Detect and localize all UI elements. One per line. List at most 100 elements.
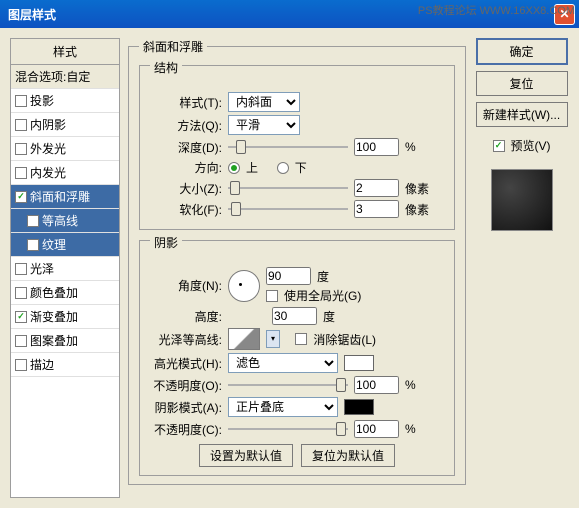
size-slider[interactable] <box>228 179 348 197</box>
dir-up-radio[interactable] <box>228 162 240 174</box>
shadow-legend: 阴影 <box>150 234 182 251</box>
style-label: 描边 <box>30 356 54 373</box>
style-checkbox[interactable] <box>27 215 39 227</box>
style-label: 内阴影 <box>30 116 66 133</box>
sh-mode-label: 阴影模式(A): <box>150 399 222 416</box>
style-item-内发光[interactable]: 内发光 <box>11 161 119 185</box>
style-checkbox[interactable] <box>15 119 27 131</box>
structure-legend: 结构 <box>150 59 182 76</box>
ok-button[interactable]: 确定 <box>476 38 568 65</box>
style-label: 等高线 <box>42 212 78 229</box>
style-item-描边[interactable]: 描边 <box>11 353 119 377</box>
hl-opacity-unit: % <box>405 378 416 392</box>
style-label: 外发光 <box>30 140 66 157</box>
angle-input[interactable] <box>266 267 311 285</box>
watermark: PS教程论坛 WWW.16XX8.COM <box>418 2 575 18</box>
styles-list: 样式 混合选项:自定 投影内阴影外发光内发光斜面和浮雕等高线纹理光泽颜色叠加渐变… <box>10 38 120 498</box>
depth-slider[interactable] <box>228 138 348 156</box>
global-light-checkbox[interactable] <box>266 290 278 302</box>
style-label: 光泽 <box>30 260 54 277</box>
style-label: 内发光 <box>30 164 66 181</box>
style-item-等高线[interactable]: 等高线 <box>11 209 119 233</box>
style-checkbox[interactable] <box>15 191 27 203</box>
bevel-title: 斜面和浮雕 <box>139 38 207 55</box>
style-label: 图案叠加 <box>30 332 78 349</box>
preview-label: 预览(V) <box>511 137 551 154</box>
style-checkbox[interactable] <box>15 335 27 347</box>
sh-opacity-input[interactable] <box>354 420 399 438</box>
direction-label: 方向: <box>150 159 222 176</box>
dir-up-label: 上 <box>246 159 258 176</box>
size-label: 大小(Z): <box>150 180 222 197</box>
dir-down-radio[interactable] <box>277 162 289 174</box>
style-label: 渐变叠加 <box>30 308 78 325</box>
structure-group: 结构 样式(T):内斜面 方法(Q):平滑 深度(D):% 方向:上 下 大小(… <box>139 65 455 230</box>
style-item-纹理[interactable]: 纹理 <box>11 233 119 257</box>
depth-label: 深度(D): <box>150 139 222 156</box>
hl-opacity-slider[interactable] <box>228 376 348 394</box>
contour-label: 光泽等高线: <box>150 331 222 348</box>
reset-default-button[interactable]: 复位为默认值 <box>301 444 395 467</box>
style-checkbox[interactable] <box>15 359 27 371</box>
depth-input[interactable] <box>354 138 399 156</box>
method-select[interactable]: 平滑 <box>228 115 300 135</box>
style-item-渐变叠加[interactable]: 渐变叠加 <box>11 305 119 329</box>
style-item-外发光[interactable]: 外发光 <box>11 137 119 161</box>
hl-mode-label: 高光模式(H): <box>150 355 222 372</box>
altitude-input[interactable] <box>272 307 317 325</box>
style-item-内阴影[interactable]: 内阴影 <box>11 113 119 137</box>
contour-dropdown-icon[interactable]: ▾ <box>266 330 280 348</box>
soften-input[interactable] <box>354 200 399 218</box>
hl-opacity-input[interactable] <box>354 376 399 394</box>
antialias-checkbox[interactable] <box>295 333 307 345</box>
hl-mode-select[interactable]: 滤色 <box>228 353 338 373</box>
size-unit: 像素 <box>405 180 433 197</box>
size-input[interactable] <box>354 179 399 197</box>
cancel-button[interactable]: 复位 <box>476 71 568 96</box>
contour-picker[interactable] <box>228 328 260 350</box>
style-checkbox[interactable] <box>27 239 39 251</box>
make-default-button[interactable]: 设置为默认值 <box>199 444 293 467</box>
new-style-button[interactable]: 新建样式(W)... <box>476 102 568 127</box>
soften-unit: 像素 <box>405 201 433 218</box>
sh-opacity-unit: % <box>405 422 416 436</box>
altitude-unit: 度 <box>323 308 335 325</box>
soften-label: 软化(F): <box>150 201 222 218</box>
dialog-title: 图层样式 <box>4 6 56 23</box>
style-checkbox[interactable] <box>15 167 27 179</box>
global-light-label: 使用全局光(G) <box>284 287 361 304</box>
preview-swatch <box>491 169 553 231</box>
method-label: 方法(Q): <box>150 117 222 134</box>
bevel-section: 斜面和浮雕 结构 样式(T): 内斜面 方法(Q): 平滑 深度(D):% 方向: 上… <box>128 38 466 485</box>
style-checkbox[interactable] <box>15 143 27 155</box>
hl-color-swatch[interactable] <box>344 355 374 371</box>
styles-header: 样式 <box>11 39 119 65</box>
sh-mode-select[interactable]: 正片叠底 <box>228 397 338 417</box>
depth-unit: % <box>405 140 433 154</box>
dir-down-label: 下 <box>295 159 307 176</box>
style-item-投影[interactable]: 投影 <box>11 89 119 113</box>
style-label: 样式(T): <box>150 94 222 111</box>
style-item-光泽[interactable]: 光泽 <box>11 257 119 281</box>
style-checkbox[interactable] <box>15 287 27 299</box>
style-checkbox[interactable] <box>15 95 27 107</box>
style-label: 投影 <box>30 92 54 109</box>
sh-color-swatch[interactable] <box>344 399 374 415</box>
style-label: 斜面和浮雕 <box>30 188 90 205</box>
style-item-图案叠加[interactable]: 图案叠加 <box>11 329 119 353</box>
sh-opacity-label: 不透明度(C): <box>150 421 222 438</box>
preview-checkbox[interactable] <box>493 140 505 152</box>
style-checkbox[interactable] <box>15 263 27 275</box>
style-label: 颜色叠加 <box>30 284 78 301</box>
sh-opacity-slider[interactable] <box>228 420 348 438</box>
style-item-斜面和浮雕[interactable]: 斜面和浮雕 <box>11 185 119 209</box>
style-checkbox[interactable] <box>15 311 27 323</box>
angle-unit: 度 <box>317 268 329 285</box>
blend-options-row[interactable]: 混合选项:自定 <box>11 65 119 89</box>
hl-opacity-label: 不透明度(O): <box>150 377 222 394</box>
style-item-颜色叠加[interactable]: 颜色叠加 <box>11 281 119 305</box>
style-select[interactable]: 内斜面 <box>228 92 300 112</box>
soften-slider[interactable] <box>228 200 348 218</box>
antialias-label: 消除锯齿(L) <box>313 331 376 348</box>
angle-control[interactable] <box>228 270 260 302</box>
